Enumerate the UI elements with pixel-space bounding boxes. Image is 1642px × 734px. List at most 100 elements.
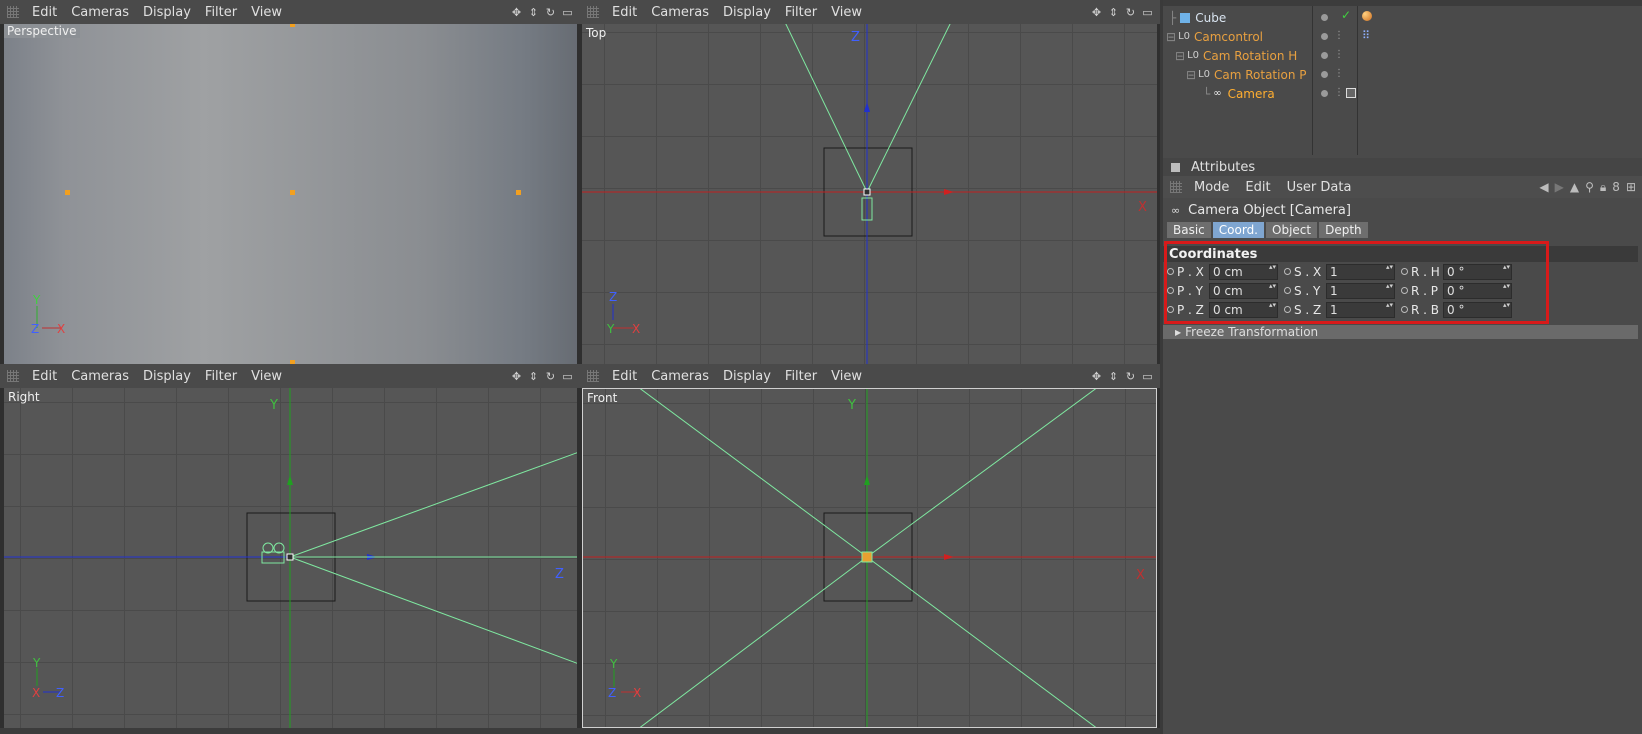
rotate-view-icon[interactable]: ↻ [544, 370, 557, 383]
keyframe-radio[interactable] [1284, 306, 1291, 313]
menu-edit[interactable]: Edit [1237, 180, 1278, 195]
move-view-icon[interactable]: ✥ [510, 6, 523, 19]
back-arrow-icon[interactable]: ◀ [1539, 180, 1548, 195]
visibility-dot-icon[interactable] [1321, 14, 1328, 21]
menu-cameras[interactable]: Cameras [64, 369, 136, 384]
menu-display[interactable]: Display [716, 5, 778, 20]
rotation-b-field[interactable]: 0 ° [1443, 301, 1512, 318]
zoom-view-icon[interactable]: ⇕ [527, 6, 540, 19]
menu-filter[interactable]: Filter [778, 5, 824, 20]
xpresso-tag-icon[interactable]: ⠿ [1362, 29, 1370, 42]
panel-square-icon[interactable] [1171, 162, 1180, 172]
menu-view[interactable]: View [824, 5, 869, 20]
menu-display[interactable]: Display [136, 369, 198, 384]
forward-arrow-icon[interactable]: ▶ [1555, 180, 1564, 195]
object-name[interactable]: Camcontrol [1194, 30, 1263, 44]
menu-filter[interactable]: Filter [198, 5, 244, 20]
viewport-right[interactable]: Edit Cameras Display Filter View ✥ ⇕ ↻ ▭ [0, 364, 580, 728]
menu-user-data[interactable]: User Data [1279, 180, 1360, 195]
menu-filter[interactable]: Filter [198, 369, 244, 384]
object-row-camera[interactable]: └ ∞ Camera [1203, 84, 1312, 103]
object-row-cam-rotation-p[interactable]: ⊟ L0 Cam Rotation P [1186, 65, 1312, 84]
tab-basic[interactable]: Basic [1167, 222, 1211, 238]
maximize-view-icon[interactable]: ▭ [561, 370, 574, 383]
front-canvas[interactable]: Y X Y Z X Front [582, 388, 1157, 728]
rotate-view-icon[interactable]: ↻ [1124, 6, 1137, 19]
object-name[interactable]: Camera [1228, 87, 1275, 101]
right-canvas[interactable]: Y Z Y X Z Right [4, 388, 577, 728]
visibility-dot-icon[interactable] [1321, 33, 1328, 40]
scale-y-field[interactable]: 1 [1326, 282, 1395, 299]
up-arrow-icon[interactable]: ▲ [1570, 180, 1579, 195]
grip-icon[interactable] [587, 6, 599, 18]
visibility-dot-icon[interactable] [1321, 71, 1328, 78]
scale-z-field[interactable]: 1 [1326, 301, 1395, 318]
object-name[interactable]: Cube [1195, 11, 1226, 25]
expand-arrow-icon[interactable]: ▶ [1175, 328, 1181, 337]
viewport-perspective[interactable]: Edit Cameras Display Filter View ✥ ⇕ ↻ ▭… [0, 0, 580, 364]
keyframe-radio[interactable] [1401, 287, 1408, 294]
keyframe-radio[interactable] [1284, 287, 1291, 294]
grip-icon[interactable] [587, 370, 599, 382]
keyframe-radio[interactable] [1167, 268, 1174, 275]
menu-mode[interactable]: Mode [1186, 180, 1237, 195]
new-panel-icon[interactable]: ⊞ [1626, 180, 1636, 195]
freeze-transformation-group[interactable]: ▶ Freeze Transformation [1163, 325, 1638, 339]
menu-edit[interactable]: Edit [25, 5, 64, 20]
zoom-view-icon[interactable]: ⇕ [1107, 370, 1120, 383]
menu-cameras[interactable]: Cameras [64, 5, 136, 20]
menu-view[interactable]: View [824, 369, 869, 384]
move-view-icon[interactable]: ✥ [510, 370, 523, 383]
menu-display[interactable]: Display [136, 5, 198, 20]
lock-icon[interactable]: 🔒︎ [1600, 180, 1606, 195]
tab-object[interactable]: Object [1266, 222, 1318, 238]
rotate-view-icon[interactable]: ↻ [544, 6, 557, 19]
top-canvas[interactable]: Z X Z Y X Top [582, 24, 1157, 364]
tab-coord[interactable]: Coord. [1212, 222, 1264, 238]
menu-view[interactable]: View [244, 5, 289, 20]
tab-depth[interactable]: Depth [1319, 222, 1368, 238]
viewport-front[interactable]: Edit Cameras Display Filter View ✥ ⇕ ↻ ▭… [580, 364, 1160, 728]
grip-icon[interactable] [1170, 181, 1182, 193]
rotation-h-field[interactable]: 0 ° [1443, 263, 1512, 280]
search-icon[interactable]: ⚲ [1585, 180, 1594, 195]
link-icon[interactable]: 8 [1612, 180, 1620, 195]
grip-icon[interactable] [7, 370, 19, 382]
object-row-cam-rotation-h[interactable]: ⊟ L0 Cam Rotation H [1175, 46, 1312, 65]
position-y-field[interactable]: 0 cm [1209, 282, 1278, 299]
menu-cameras[interactable]: Cameras [644, 369, 716, 384]
viewport-top[interactable]: Edit Cameras Display Filter View ✥ ⇕ ↻ ▭… [580, 0, 1160, 364]
material-tag-icon[interactable] [1362, 11, 1372, 21]
render-dot-icon[interactable]: ⋮ [1334, 87, 1344, 98]
menu-edit[interactable]: Edit [605, 369, 644, 384]
maximize-view-icon[interactable]: ▭ [561, 6, 574, 19]
scale-x-field[interactable]: 1 [1326, 263, 1395, 280]
keyframe-radio[interactable] [1284, 268, 1291, 275]
object-name[interactable]: Cam Rotation H [1203, 49, 1297, 63]
perspective-canvas[interactable]: Y Z X Perspective [4, 24, 577, 364]
visibility-dot-icon[interactable] [1321, 52, 1328, 59]
move-view-icon[interactable]: ✥ [1090, 6, 1103, 19]
protection-tag-icon[interactable] [1346, 88, 1356, 98]
timeline-strip[interactable] [0, 728, 1160, 734]
zoom-view-icon[interactable]: ⇕ [527, 370, 540, 383]
enabled-check-icon[interactable]: ✓ [1341, 8, 1351, 22]
keyframe-radio[interactable] [1167, 306, 1174, 313]
zoom-view-icon[interactable]: ⇕ [1107, 6, 1120, 19]
visibility-dot-icon[interactable] [1321, 90, 1328, 97]
menu-cameras[interactable]: Cameras [644, 5, 716, 20]
keyframe-radio[interactable] [1167, 287, 1174, 294]
render-dot-icon[interactable]: ⋮ [1334, 30, 1344, 41]
maximize-view-icon[interactable]: ▭ [1141, 370, 1154, 383]
object-row-cube[interactable]: ├ Cube [1163, 8, 1312, 27]
menu-display[interactable]: Display [716, 369, 778, 384]
move-view-icon[interactable]: ✥ [1090, 370, 1103, 383]
render-dot-icon[interactable]: ⋮ [1334, 49, 1344, 60]
keyframe-radio[interactable] [1401, 306, 1408, 313]
menu-filter[interactable]: Filter [778, 369, 824, 384]
position-x-field[interactable]: 0 cm [1209, 263, 1278, 280]
keyframe-radio[interactable] [1401, 268, 1408, 275]
maximize-view-icon[interactable]: ▭ [1141, 6, 1154, 19]
menu-edit[interactable]: Edit [25, 369, 64, 384]
render-dot-icon[interactable]: ⋮ [1334, 68, 1344, 79]
